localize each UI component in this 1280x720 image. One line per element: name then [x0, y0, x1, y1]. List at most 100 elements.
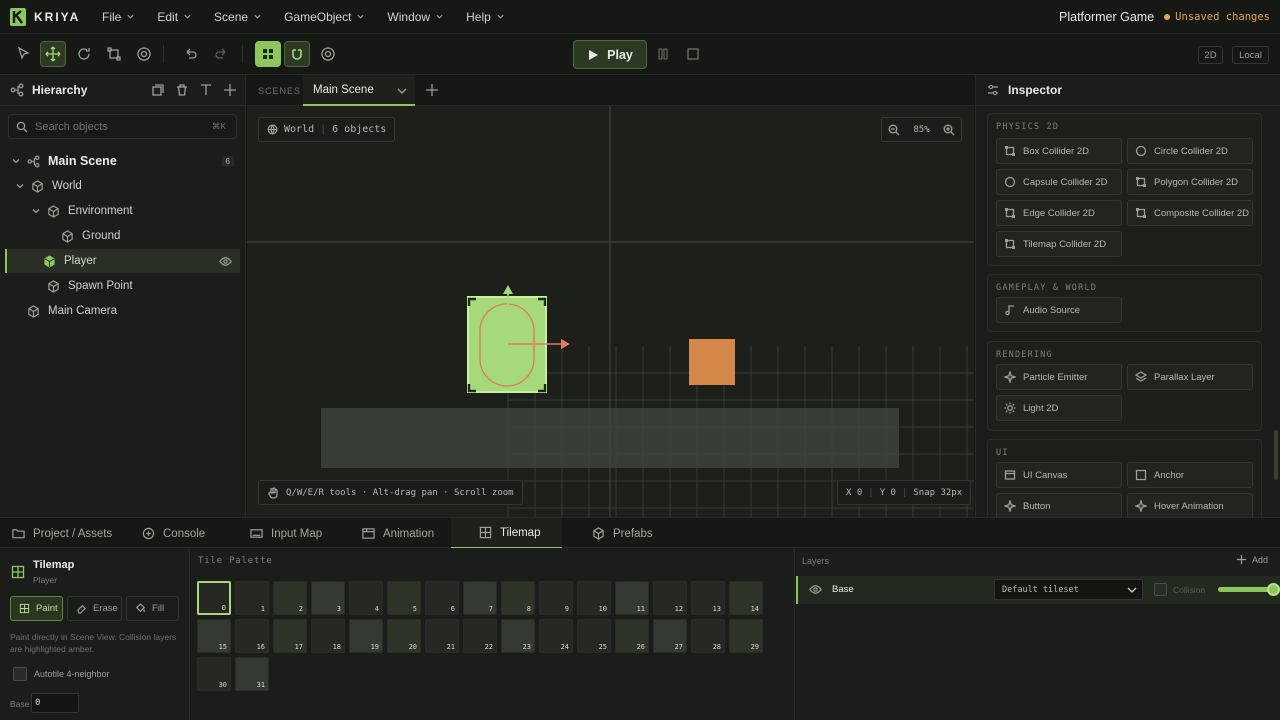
tree-row-ground[interactable]: Ground — [5, 224, 240, 248]
menu-gameobject[interactable]: GameObject — [284, 10, 365, 24]
tile-swatch[interactable]: 9 — [539, 581, 573, 615]
ground-platform[interactable] — [321, 408, 899, 468]
undo-button[interactable] — [178, 41, 204, 67]
tile-swatch[interactable]: 23 — [501, 619, 535, 653]
tile-swatch[interactable]: 3 — [311, 581, 345, 615]
tile-swatch[interactable]: 13 — [691, 581, 725, 615]
chevron-down-icon[interactable] — [11, 156, 21, 166]
eye-icon[interactable] — [219, 255, 232, 268]
tab-prefabs[interactable]: Prefabs — [578, 518, 668, 549]
add-hover-animation-button[interactable]: Hover Animation — [1127, 493, 1253, 517]
menu-file[interactable]: File — [102, 10, 135, 24]
collision-checkbox[interactable] — [1154, 583, 1167, 596]
add-light-2d-button[interactable]: Light 2D — [996, 395, 1122, 421]
tab-tilemap[interactable]: Tilemap — [451, 518, 562, 549]
base-input[interactable] — [31, 693, 79, 713]
tile-swatch[interactable]: 26 — [615, 619, 649, 653]
stop-button[interactable] — [680, 41, 706, 67]
add-button-component[interactable]: Button — [996, 493, 1122, 517]
chevron-down-icon[interactable] — [397, 87, 407, 95]
snap-toggle-button[interactable] — [284, 41, 310, 67]
add-icon[interactable] — [223, 83, 237, 97]
tile-swatch[interactable]: 11 — [615, 581, 649, 615]
add-audio-source-button[interactable]: Audio Source — [996, 297, 1122, 323]
tile-swatch[interactable]: 2 — [273, 581, 307, 615]
add-box-collider-button[interactable]: Box Collider 2D — [996, 138, 1122, 164]
move-tool-button[interactable] — [40, 41, 66, 67]
tile-swatch[interactable]: 6 — [425, 581, 459, 615]
tile-swatch[interactable]: 29 — [729, 619, 763, 653]
add-circle-collider-button[interactable]: Circle Collider 2D — [1127, 138, 1253, 164]
tree-row-main-scene[interactable]: Main Scene 6 — [5, 149, 240, 173]
duplicate-icon[interactable] — [151, 83, 165, 97]
add-particle-emitter-button[interactable]: Particle Emitter — [996, 364, 1122, 390]
trash-icon[interactable] — [175, 83, 189, 97]
tile-swatch[interactable]: 24 — [539, 619, 573, 653]
tile-swatch[interactable]: 16 — [235, 619, 269, 653]
chevron-down-icon[interactable] — [31, 206, 41, 216]
tile-swatch[interactable]: 17 — [273, 619, 307, 653]
tile-swatch[interactable]: 10 — [577, 581, 611, 615]
tile-swatch[interactable]: 15 — [197, 619, 231, 653]
paint-tool-button[interactable]: Paint — [10, 596, 63, 621]
add-anchor-button[interactable]: Anchor — [1127, 462, 1253, 488]
add-capsule-collider-button[interactable]: Capsule Collider 2D — [996, 169, 1122, 195]
tile-swatch[interactable]: 7 — [463, 581, 497, 615]
chevron-down-icon[interactable] — [15, 181, 25, 191]
tile-swatch[interactable]: 25 — [577, 619, 611, 653]
add-ui-canvas-button[interactable]: UI Canvas — [996, 462, 1122, 488]
add-edge-collider-button[interactable]: Edge Collider 2D — [996, 200, 1122, 226]
scale-tool-button[interactable] — [101, 41, 127, 67]
autotile-checkbox[interactable] — [13, 667, 27, 681]
menu-help[interactable]: Help — [466, 10, 505, 24]
tab-animation[interactable]: Animation — [348, 518, 444, 549]
opacity-handle[interactable] — [1267, 583, 1280, 596]
tile-swatch[interactable]: 18 — [311, 619, 345, 653]
menu-scene[interactable]: Scene — [214, 10, 262, 24]
menu-edit[interactable]: Edit — [157, 10, 192, 24]
tab-main-scene[interactable]: Main Scene — [303, 75, 415, 106]
tile-swatch[interactable]: 27 — [653, 619, 687, 653]
eye-icon[interactable] — [809, 583, 822, 596]
target-tool-button[interactable] — [131, 41, 157, 67]
add-tilemap-collider-button[interactable]: Tilemap Collider 2D — [996, 231, 1122, 257]
tile-swatch[interactable]: 5 — [387, 581, 421, 615]
erase-tool-button[interactable]: Erase — [67, 596, 122, 621]
add-polygon-collider-button[interactable]: Polygon Collider 2D — [1127, 169, 1253, 195]
tile-swatch[interactable]: 28 — [691, 619, 725, 653]
tile-swatch[interactable]: 1 — [235, 581, 269, 615]
tree-row-main-camera[interactable]: Main Camera — [5, 299, 240, 323]
tile-swatch[interactable]: 0 — [197, 581, 231, 615]
tile-swatch[interactable]: 22 — [463, 619, 497, 653]
tile-swatch[interactable]: 4 — [349, 581, 383, 615]
fill-tool-button[interactable]: Fill — [126, 596, 179, 621]
menu-window[interactable]: Window — [387, 10, 444, 24]
rename-text-icon[interactable] — [199, 83, 213, 97]
tile-swatch[interactable]: 31 — [235, 657, 269, 691]
tile-swatch[interactable]: 12 — [653, 581, 687, 615]
tree-row-world[interactable]: World — [5, 174, 240, 198]
gizmo-toggle-button[interactable] — [315, 41, 341, 67]
grid-toggle-button[interactable] — [255, 41, 281, 67]
tile-swatch[interactable]: 8 — [501, 581, 535, 615]
tab-console[interactable]: Console — [128, 518, 224, 549]
tile-swatch[interactable]: 19 — [349, 619, 383, 653]
redo-button[interactable] — [208, 41, 234, 67]
tab-input-map[interactable]: Input Map — [236, 518, 340, 549]
crate-block[interactable] — [689, 339, 735, 385]
tile-swatch[interactable]: 21 — [425, 619, 459, 653]
add-scene-icon[interactable] — [425, 83, 439, 97]
add-layer-button[interactable]: Add — [1236, 554, 1268, 565]
opacity-slider[interactable] — [1218, 583, 1280, 596]
scene-viewport[interactable]: World | 6 objects 85% Q/W/E/R tools · Al… — [247, 106, 974, 517]
zoom-out-icon[interactable] — [888, 124, 900, 136]
space-toggle[interactable]: Local — [1232, 46, 1269, 64]
tile-swatch[interactable]: 20 — [387, 619, 421, 653]
pause-button[interactable] — [650, 41, 676, 67]
tile-swatch[interactable]: 30 — [197, 657, 231, 691]
tree-row-player[interactable]: Player — [5, 249, 240, 273]
inspector-scrollbar[interactable] — [1274, 430, 1278, 480]
mode-2d-toggle[interactable]: 2D — [1198, 46, 1223, 64]
play-button[interactable]: Play — [573, 40, 647, 69]
zoom-in-icon[interactable] — [943, 124, 955, 136]
